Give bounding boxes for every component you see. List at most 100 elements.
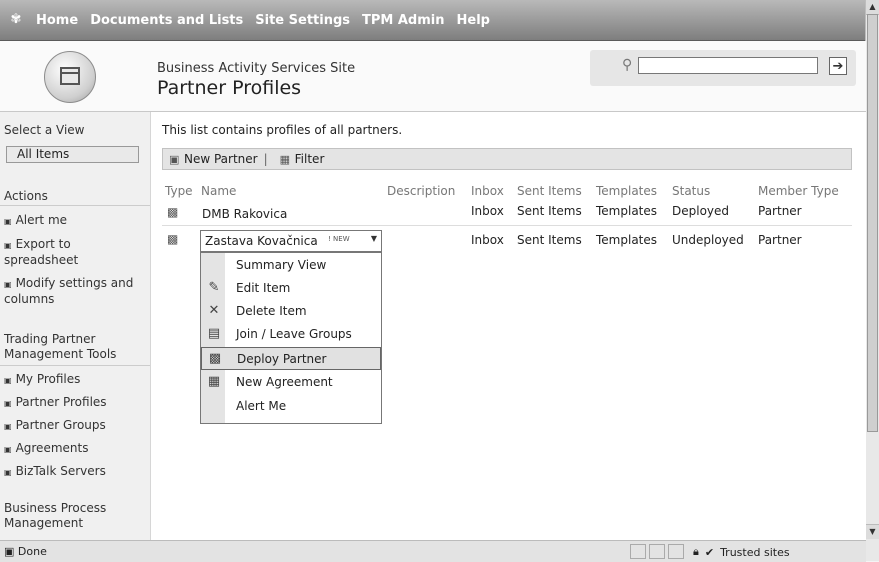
scroll-thumb[interactable] [867,14,878,432]
col-type[interactable]: Type [165,184,193,198]
menu-item-join-leave-groups[interactable]: ▤ Join / Leave Groups [201,323,381,346]
action-alert-me[interactable]: ▣ Alert me [4,213,67,229]
row-templates-link[interactable]: Templates [596,233,657,247]
row-status: Undeployed [672,233,744,247]
agreement-icon: ▦ [207,374,221,389]
vertical-scrollbar[interactable]: ▲ ▼ [865,0,879,561]
status-cell [668,544,684,559]
scroll-up-icon[interactable]: ▲ [866,0,879,15]
row-member-type: Partner [758,233,802,247]
menu-item-alert-me[interactable]: Alert Me [201,395,381,418]
row-inbox-link[interactable]: Inbox [471,233,504,247]
col-inbox[interactable]: Inbox [471,184,504,198]
menu-item-edit[interactable]: ✎ Edit Item [201,277,381,300]
item-context-menu: Summary View ✎ Edit Item ✕ Delete Item ▤ Jo… [200,252,382,424]
sidebar-item-my-profiles[interactable]: ▣ My Profiles [4,372,80,388]
actions-heading: Actions [4,189,48,203]
row-templates-link[interactable]: Templates [596,204,657,218]
deploy-icon: ▩ [208,351,222,366]
left-navigation: Select a View All Items Actions ▣ Alert m… [0,112,151,540]
divider [0,205,150,206]
browser-status-bar: ▣ Done 🔒︎ ✔ Trusted sites [0,540,866,562]
nav-home[interactable]: Home [36,13,78,28]
lock-icon: 🔒︎ [693,545,699,558]
sidebar-item-agreements[interactable]: ▣ Agreements [4,441,88,457]
bullet-icon: ▣ [4,217,12,226]
top-navigation-bar: ✾ Home Documents and Lists Site Settings… [0,0,866,41]
new-partner-button[interactable]: New Partner [184,152,258,166]
action-label: Alert me [15,213,68,227]
search-input[interactable] [638,57,818,74]
view-all-items[interactable]: All Items [6,146,139,163]
page-icon: ▣ [4,545,15,558]
sidebar-item-partner-profiles[interactable]: ▣ Partner Profiles [4,395,107,411]
row-divider [162,225,852,226]
tpm-heading: Trading Partner Management Tools [4,332,117,361]
action-label: Export to spreadsheet [4,237,79,267]
list-toolbar: ▣ New Partner | ▦ Filter [162,148,852,170]
bpm-heading[interactable]: Business Process Management [4,501,144,531]
status-cell [649,544,665,559]
col-templates[interactable]: Templates [596,184,657,198]
action-modify[interactable]: ▣ Modify settings and columns [4,276,144,307]
sidebar-item-biztalk-servers[interactable]: ▣ BizTalk Servers [4,464,106,480]
item-name-dropdown[interactable]: Zastava Kovačnica ! NEW ▼ [200,230,382,252]
menu-item-label: Summary View [236,258,327,272]
bullet-icon: ▣ [4,468,12,477]
sidebar-item-label: Agreements [15,441,89,455]
new-badge: ! NEW [328,235,350,243]
bullet-icon: ▣ [4,241,12,250]
status-left: ▣ Done [4,545,47,558]
col-status[interactable]: Status [672,184,710,198]
main-content: This list contains profiles of all partn… [151,112,866,540]
search-icon: ⚲ [622,57,633,73]
col-member-type[interactable]: Member Type [758,184,839,198]
row-name[interactable]: DMB Rakovica [202,207,287,221]
trusted-zone-icon: ✔ [704,545,715,559]
page-header: Business Activity Services Site Partner … [0,41,866,112]
menu-item-deploy-partner[interactable]: ▩ Deploy Partner [201,347,381,370]
col-sent-items[interactable]: Sent Items [517,184,582,198]
new-partner-icon: ▣ [169,153,180,166]
menu-item-summary-view[interactable]: Summary View [201,254,381,277]
row-sent-link[interactable]: Sent Items [517,233,582,247]
window-icon [60,67,80,85]
divider [0,365,150,366]
scroll-down-icon[interactable]: ▼ [866,524,879,539]
row-inbox-link[interactable]: Inbox [471,204,504,218]
filter-button[interactable]: Filter [295,152,325,166]
top-nav: ✾ Home Documents and Lists Site Settings… [8,0,490,40]
sidebar-item-partner-groups[interactable]: ▣ Partner Groups [4,418,106,434]
search-go-icon[interactable]: ➔ [829,57,847,75]
list-description: This list contains profiles of all partn… [162,123,403,137]
sidebar-item-label: Partner Profiles [15,395,107,409]
chevron-down-icon[interactable]: ▼ [371,234,377,243]
nav-help[interactable]: Help [457,13,490,28]
edit-icon: ✎ [208,280,220,295]
menu-item-label: Delete Item [236,304,307,318]
search-area: ⚲ ➔ [590,50,856,86]
delete-icon: ✕ [208,303,220,318]
status-cell [630,544,646,559]
menu-item-label: Join / Leave Groups [236,327,352,341]
action-export[interactable]: ▣ Export to spreadsheet [4,237,144,268]
nav-documents[interactable]: Documents and Lists [90,13,243,28]
partner-type-icon: ▩ [167,232,179,246]
security-zone[interactable]: 🔒︎ ✔ Trusted sites [693,545,790,559]
nav-tpm-admin[interactable]: TPM Admin [362,13,444,28]
select-view-heading: Select a View [4,123,85,137]
menu-item-label: Edit Item [236,281,291,295]
bullet-icon: ▣ [4,376,12,385]
row-status: Deployed [672,204,730,218]
site-title[interactable]: Business Activity Services Site [157,61,355,76]
row-sent-link[interactable]: Sent Items [517,204,582,218]
groups-icon: ▤ [207,326,221,341]
col-name[interactable]: Name [201,184,236,198]
menu-item-new-agreement[interactable]: ▦ New Agreement [201,371,381,394]
bullet-icon: ▣ [4,280,12,289]
page-title: Partner Profiles [157,77,302,99]
sidebar-item-label: My Profiles [15,372,81,386]
menu-item-delete[interactable]: ✕ Delete Item [201,300,381,323]
col-description[interactable]: Description [387,184,455,198]
nav-site-settings[interactable]: Site Settings [255,13,350,28]
